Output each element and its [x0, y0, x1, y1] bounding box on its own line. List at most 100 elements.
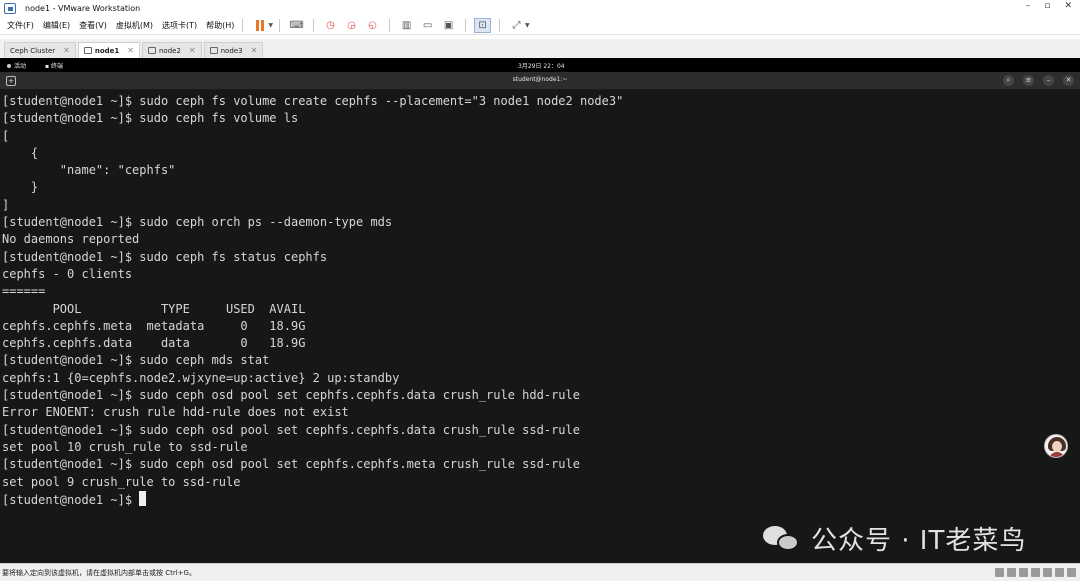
watermark-text: 公众号 · IT老菜鸟	[811, 526, 1027, 556]
guest-clock[interactable]: 3月29日 22：04	[518, 61, 565, 70]
cd-drive-icon[interactable]	[1007, 568, 1016, 577]
app-menu-label: 终端	[50, 63, 63, 70]
vmware-logo-icon	[4, 2, 16, 14]
close-icon[interactable]: ✕	[189, 46, 196, 55]
hard-disk-icon[interactable]	[995, 568, 1004, 577]
pause-button[interactable]	[251, 18, 268, 33]
activities-icon	[7, 64, 11, 68]
tab-label: node3	[220, 46, 243, 55]
toolbar-divider	[465, 18, 467, 32]
tab-label: node1	[94, 46, 120, 55]
send-keys-icon: ⌨	[289, 19, 304, 31]
toolbar-divider	[242, 18, 244, 32]
terminal-line: No daemons reported	[2, 232, 140, 247]
close-button[interactable]: ✕	[1064, 1, 1072, 11]
snapshot-icon: ◷	[326, 19, 335, 31]
toolbar-divider	[499, 18, 501, 32]
window-title: node1 - VMware Workstation	[25, 3, 141, 13]
close-terminal-button[interactable]: ✕	[1063, 75, 1074, 86]
watermark: 公众号 · IT老菜鸟	[763, 520, 1026, 557]
tab-label: Ceph Cluster	[10, 46, 56, 55]
terminal-line: cephfs:1 {0=cephfs.node2.wjxyne=up:activ…	[2, 370, 400, 385]
vm-tab-strip: Ceph Cluster ✕ node1 ✕ node2 ✕ node3 ✕	[0, 39, 1080, 58]
snapshot-manager-button[interactable]: ◵	[364, 18, 381, 33]
terminal-line: cephfs.cephfs.meta metadata 0 18.9G	[2, 318, 306, 333]
terminal-line: cephfs.cephfs.data data 0 18.9G	[2, 336, 306, 351]
window-titlebar: node1 - VMware Workstation – ▫ ✕	[0, 0, 1080, 16]
avatar	[1044, 434, 1068, 458]
menu-view[interactable]: 查看(V)	[79, 20, 107, 31]
close-icon[interactable]: ✕	[127, 46, 134, 55]
terminal-line: POOL TYPE USED AVAIL	[2, 301, 306, 316]
terminal-line: [	[2, 128, 10, 143]
sidebar-icon: ▥	[401, 19, 412, 31]
terminal-line: [student@node1 ~]$ sudo ceph orch ps --d…	[2, 215, 393, 230]
thumbnail-icon: ▭	[422, 19, 433, 31]
terminal-output[interactable]: [student@node1 ~]$ sudo ceph fs volume c…	[0, 90, 1080, 563]
terminal-prompt-line[interactable]: [student@node1 ~]$	[2, 490, 623, 508]
terminal-line: [student@node1 ~]$ sudo ceph fs volume c…	[2, 94, 624, 108]
vm-icon	[147, 47, 156, 54]
revert-snapshot-icon: ◶	[347, 19, 356, 31]
toolbar-divider	[389, 18, 391, 32]
send-ctrl-alt-del-button[interactable]: ⌨	[288, 18, 305, 33]
revert-snapshot-button[interactable]: ◶	[343, 18, 360, 33]
menu-edit[interactable]: 编辑(E)	[43, 20, 70, 31]
close-icon[interactable]: ✕	[63, 46, 70, 55]
console-icon: ⊡	[478, 19, 487, 31]
tab-label: node2	[158, 46, 181, 55]
display-icon[interactable]	[1055, 568, 1064, 577]
terminal-line: "name": "cephfs"	[2, 163, 176, 178]
toolbar-divider	[279, 18, 281, 32]
tab-node2[interactable]: node2 ✕	[141, 42, 202, 58]
terminal-line: set pool 9 crush_rule to ssd-rule	[2, 474, 241, 489]
tab-node3[interactable]: node3 ✕	[203, 42, 264, 58]
console-view-button[interactable]: ⊡	[474, 17, 492, 33]
fullscreen-icon: ⤢	[512, 19, 521, 31]
status-text: 要将输入定向到该虚拟机，请在虚拟机内部单击或按 Ctrl+G。	[2, 569, 196, 577]
tab-ceph-cluster[interactable]: Ceph Cluster ✕	[4, 42, 76, 58]
terminal-line: ======	[2, 284, 46, 299]
pause-icon	[255, 19, 264, 31]
terminal-line: [student@node1 ~]$ sudo ceph osd pool se…	[2, 422, 580, 437]
menu-tabs[interactable]: 选项卡(T)	[162, 20, 197, 31]
vm-icon	[209, 47, 218, 54]
view-icon: ▣	[443, 19, 454, 31]
network-adapter-icon[interactable]	[1019, 568, 1028, 577]
hamburger-menu-icon[interactable]: ≡	[1023, 75, 1034, 86]
app-menu-terminal[interactable]: ▪ 终端	[45, 61, 63, 70]
chevron-down-icon[interactable]: ▼	[525, 22, 530, 29]
activities-button[interactable]: 活动	[7, 61, 26, 70]
message-log-icon[interactable]	[1067, 568, 1076, 577]
terminal-line: [student@node1 ~]$ sudo ceph osd pool se…	[2, 388, 580, 403]
tab-node1[interactable]: node1 ✕	[77, 42, 140, 58]
guest-top-bar: 活动 ▪ 终端 3月29日 22：04	[0, 58, 1080, 72]
maximize-button[interactable]: ▫	[1044, 1, 1050, 11]
menu-vm[interactable]: 虚拟机(M)	[116, 20, 153, 31]
search-icon[interactable]: ⌕	[1003, 75, 1014, 86]
terminal-line: [student@node1 ~]$ sudo ceph fs volume l…	[2, 111, 299, 126]
device-status-icons	[995, 568, 1076, 577]
menu-help[interactable]: 帮助(H)	[206, 20, 234, 31]
terminal-prompt: [student@node1 ~]$	[2, 492, 140, 507]
view-button[interactable]: ▣	[440, 18, 457, 33]
thumbnail-bar-button[interactable]: ▭	[419, 18, 436, 33]
minimize-terminal-button[interactable]: –	[1043, 75, 1054, 86]
activities-label: 活动	[14, 63, 27, 70]
terminal-lines: [student@node1 ~]$ sudo ceph fs volume c…	[2, 93, 623, 508]
window-controls: – ▫ ✕	[1026, 1, 1072, 11]
fullscreen-button[interactable]: ⤢	[508, 18, 525, 33]
terminal-line: cephfs - 0 clients	[2, 266, 133, 281]
show-library-button[interactable]: ▥	[398, 18, 415, 33]
usb-icon[interactable]	[1031, 568, 1040, 577]
terminal-line: [student@node1 ~]$ sudo ceph fs status c…	[2, 249, 328, 264]
menu-file[interactable]: 文件(F)	[7, 20, 34, 31]
take-snapshot-button[interactable]: ◷	[322, 18, 339, 33]
chevron-down-icon[interactable]: ▼	[268, 22, 273, 29]
status-bar: 要将输入定向到该虚拟机，请在虚拟机内部单击或按 Ctrl+G。	[0, 563, 1080, 581]
close-icon[interactable]: ✕	[251, 46, 258, 55]
minimize-button[interactable]: –	[1026, 1, 1031, 11]
sound-icon[interactable]	[1043, 568, 1052, 577]
terminal-controls: ⌕ ≡ – ✕	[1003, 75, 1074, 86]
terminal-title: student@node1:~	[512, 76, 568, 83]
